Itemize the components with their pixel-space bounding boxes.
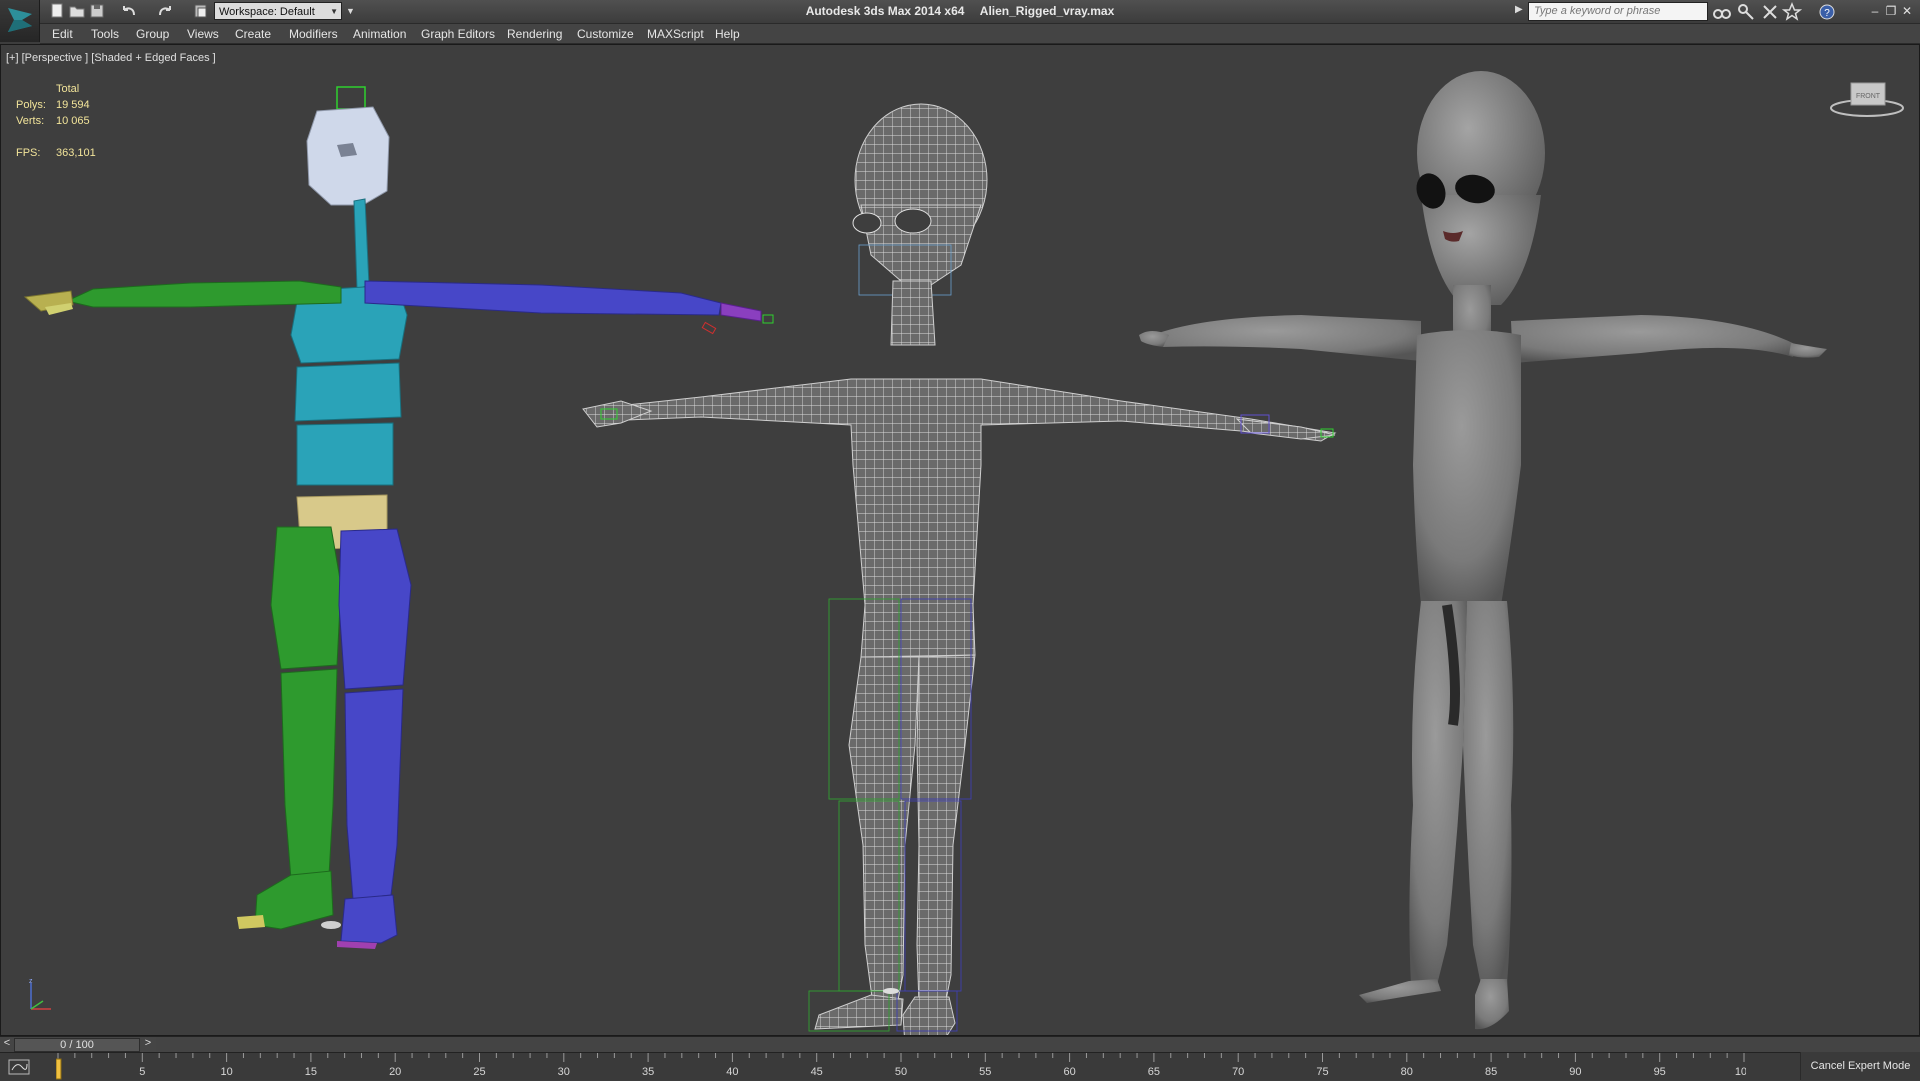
viewcube-face-label: FRONT: [1856, 93, 1881, 100]
file-name: Alien_Rigged_vray.max: [979, 4, 1115, 18]
quick-access-customize-icon[interactable]: ▼: [346, 2, 364, 20]
ruler-label: 90: [1569, 1066, 1581, 1078]
scene-canvas: [23, 71, 1827, 1036]
ruler-label: 25: [473, 1066, 485, 1078]
workspace-dropdown[interactable]: Workspace: Default ▼: [214, 2, 342, 20]
ruler-label: 10: [220, 1066, 232, 1078]
help-icon[interactable]: ?: [1818, 2, 1838, 22]
ruler-label: 80: [1401, 1066, 1413, 1078]
viewcube-widget[interactable]: FRONT: [1827, 81, 1907, 121]
biped-right-foot[interactable]: [340, 894, 398, 944]
ruler-label: 40: [726, 1066, 738, 1078]
subscription-key-icon[interactable]: [1736, 2, 1756, 22]
biped-spine-2[interactable]: [294, 362, 402, 422]
menu-views[interactable]: Views: [187, 27, 219, 41]
restore-button[interactable]: ❐: [1884, 3, 1898, 19]
ruler-label: 45: [811, 1066, 823, 1078]
3dsmax-logo-icon: [8, 8, 32, 32]
workspace-dropdown-value: Workspace: Default: [219, 6, 315, 18]
menu-bar: Edit Tools Group Views Create Modifiers …: [40, 24, 1920, 44]
perspective-viewport[interactable]: [+] [Perspective ] [Shaded + Edged Faces…: [0, 44, 1920, 1036]
project-folder-icon[interactable]: [192, 2, 210, 20]
timeline-ruler[interactable]: 5 10 15 20 25 30 35 40 45 50 55 60 65 70 75 80 85 90 95 100: [56, 1053, 1746, 1081]
biped-left-thigh[interactable]: [270, 526, 342, 670]
ruler-label: 85: [1485, 1066, 1497, 1078]
svg-text:?: ?: [1824, 8, 1830, 19]
communication-center-icon[interactable]: [1760, 2, 1780, 22]
menu-animation[interactable]: Animation: [353, 27, 406, 41]
search-expand-icon[interactable]: ▶: [1515, 4, 1523, 15]
cancel-expert-mode-button[interactable]: Cancel Expert Mode: [1800, 1052, 1920, 1080]
time-slider-thumb[interactable]: 0 / 100: [14, 1038, 140, 1052]
menu-edit[interactable]: Edit: [52, 27, 73, 41]
biped-head-nub[interactable]: [336, 86, 366, 110]
time-slider: < 0 / 100 >: [0, 1036, 1920, 1053]
biped-skeleton[interactable]: [23, 86, 774, 949]
ruler-label: 5: [139, 1066, 145, 1078]
biped-right-calf[interactable]: [344, 688, 404, 900]
biped-right-hand[interactable]: [720, 302, 762, 322]
ruler-label: 75: [1316, 1066, 1328, 1078]
current-frame-marker[interactable]: [56, 1058, 62, 1080]
biped-left-arm[interactable]: [65, 280, 342, 308]
biped-left-foot[interactable]: [254, 870, 334, 930]
menu-maxscript[interactable]: MAXScript: [647, 27, 704, 41]
ruler-label: 20: [389, 1066, 401, 1078]
biped-left-calf[interactable]: [280, 668, 338, 880]
ruler-label: 35: [642, 1066, 654, 1078]
menu-help[interactable]: Help: [715, 27, 740, 41]
mini-curve-editor-icon[interactable]: [8, 1059, 30, 1075]
chevron-down-icon: ▼: [330, 7, 338, 16]
undo-icon[interactable]: [120, 2, 138, 20]
title-bar: Workspace: Default ▼ ▼ Autodesk 3ds Max …: [0, 0, 1920, 42]
redo-icon[interactable]: [156, 2, 174, 20]
minimize-button[interactable]: –: [1868, 3, 1882, 19]
menu-customize[interactable]: Customize: [577, 27, 634, 41]
biped-right-thigh[interactable]: [338, 528, 412, 690]
search-placeholder: Type a keyword or phrase: [1534, 5, 1661, 17]
svg-text:z: z: [29, 978, 33, 985]
biped-spine-1[interactable]: [296, 422, 394, 486]
menu-modifiers[interactable]: Modifiers: [289, 27, 338, 41]
menu-tools[interactable]: Tools: [91, 27, 119, 41]
ruler-label: 60: [1063, 1066, 1075, 1078]
ruler-label: 50: [895, 1066, 907, 1078]
shaded-alien-model[interactable]: [1139, 71, 1827, 1030]
biped-footstep-marker: [321, 921, 341, 929]
close-button[interactable]: ✕: [1900, 3, 1914, 19]
infocenter-search-input[interactable]: Type a keyword or phrase: [1528, 2, 1708, 21]
menu-create[interactable]: Create: [235, 27, 271, 41]
ruler-label: 100: [1735, 1066, 1746, 1078]
ruler-label: 15: [305, 1066, 317, 1078]
ruler-label: 30: [558, 1066, 570, 1078]
favorites-star-icon[interactable]: [1781, 2, 1803, 22]
time-slider-track[interactable]: [156, 1037, 1920, 1053]
menu-graph-editors[interactable]: Graph Editors: [421, 27, 495, 41]
ruler-label: 70: [1232, 1066, 1244, 1078]
menu-rendering[interactable]: Rendering: [507, 27, 562, 41]
ruler-label: 65: [1148, 1066, 1160, 1078]
time-slider-prev-button[interactable]: <: [0, 1037, 14, 1053]
save-file-icon[interactable]: [88, 2, 106, 20]
axis-tripod: z: [29, 978, 51, 1010]
wireframe-alien-mesh[interactable]: [582, 103, 1337, 1036]
new-file-icon[interactable]: [48, 2, 66, 20]
menu-group[interactable]: Group: [136, 27, 169, 41]
app-name: Autodesk 3ds Max 2014 x64: [805, 4, 965, 18]
ruler-label: 55: [979, 1066, 991, 1078]
binoculars-icon[interactable]: [1712, 2, 1732, 22]
track-bar: 5 10 15 20 25 30 35 40 45 50 55 60 65 70 75 80 85 90 95 100: [0, 1052, 1920, 1080]
ruler-label: 95: [1654, 1066, 1666, 1078]
biped-right-arm[interactable]: [364, 280, 722, 316]
time-slider-next-button[interactable]: >: [140, 1037, 156, 1053]
open-file-icon[interactable]: [68, 2, 86, 20]
app-menu-button[interactable]: [0, 0, 40, 42]
biped-neck[interactable]: [353, 198, 370, 290]
